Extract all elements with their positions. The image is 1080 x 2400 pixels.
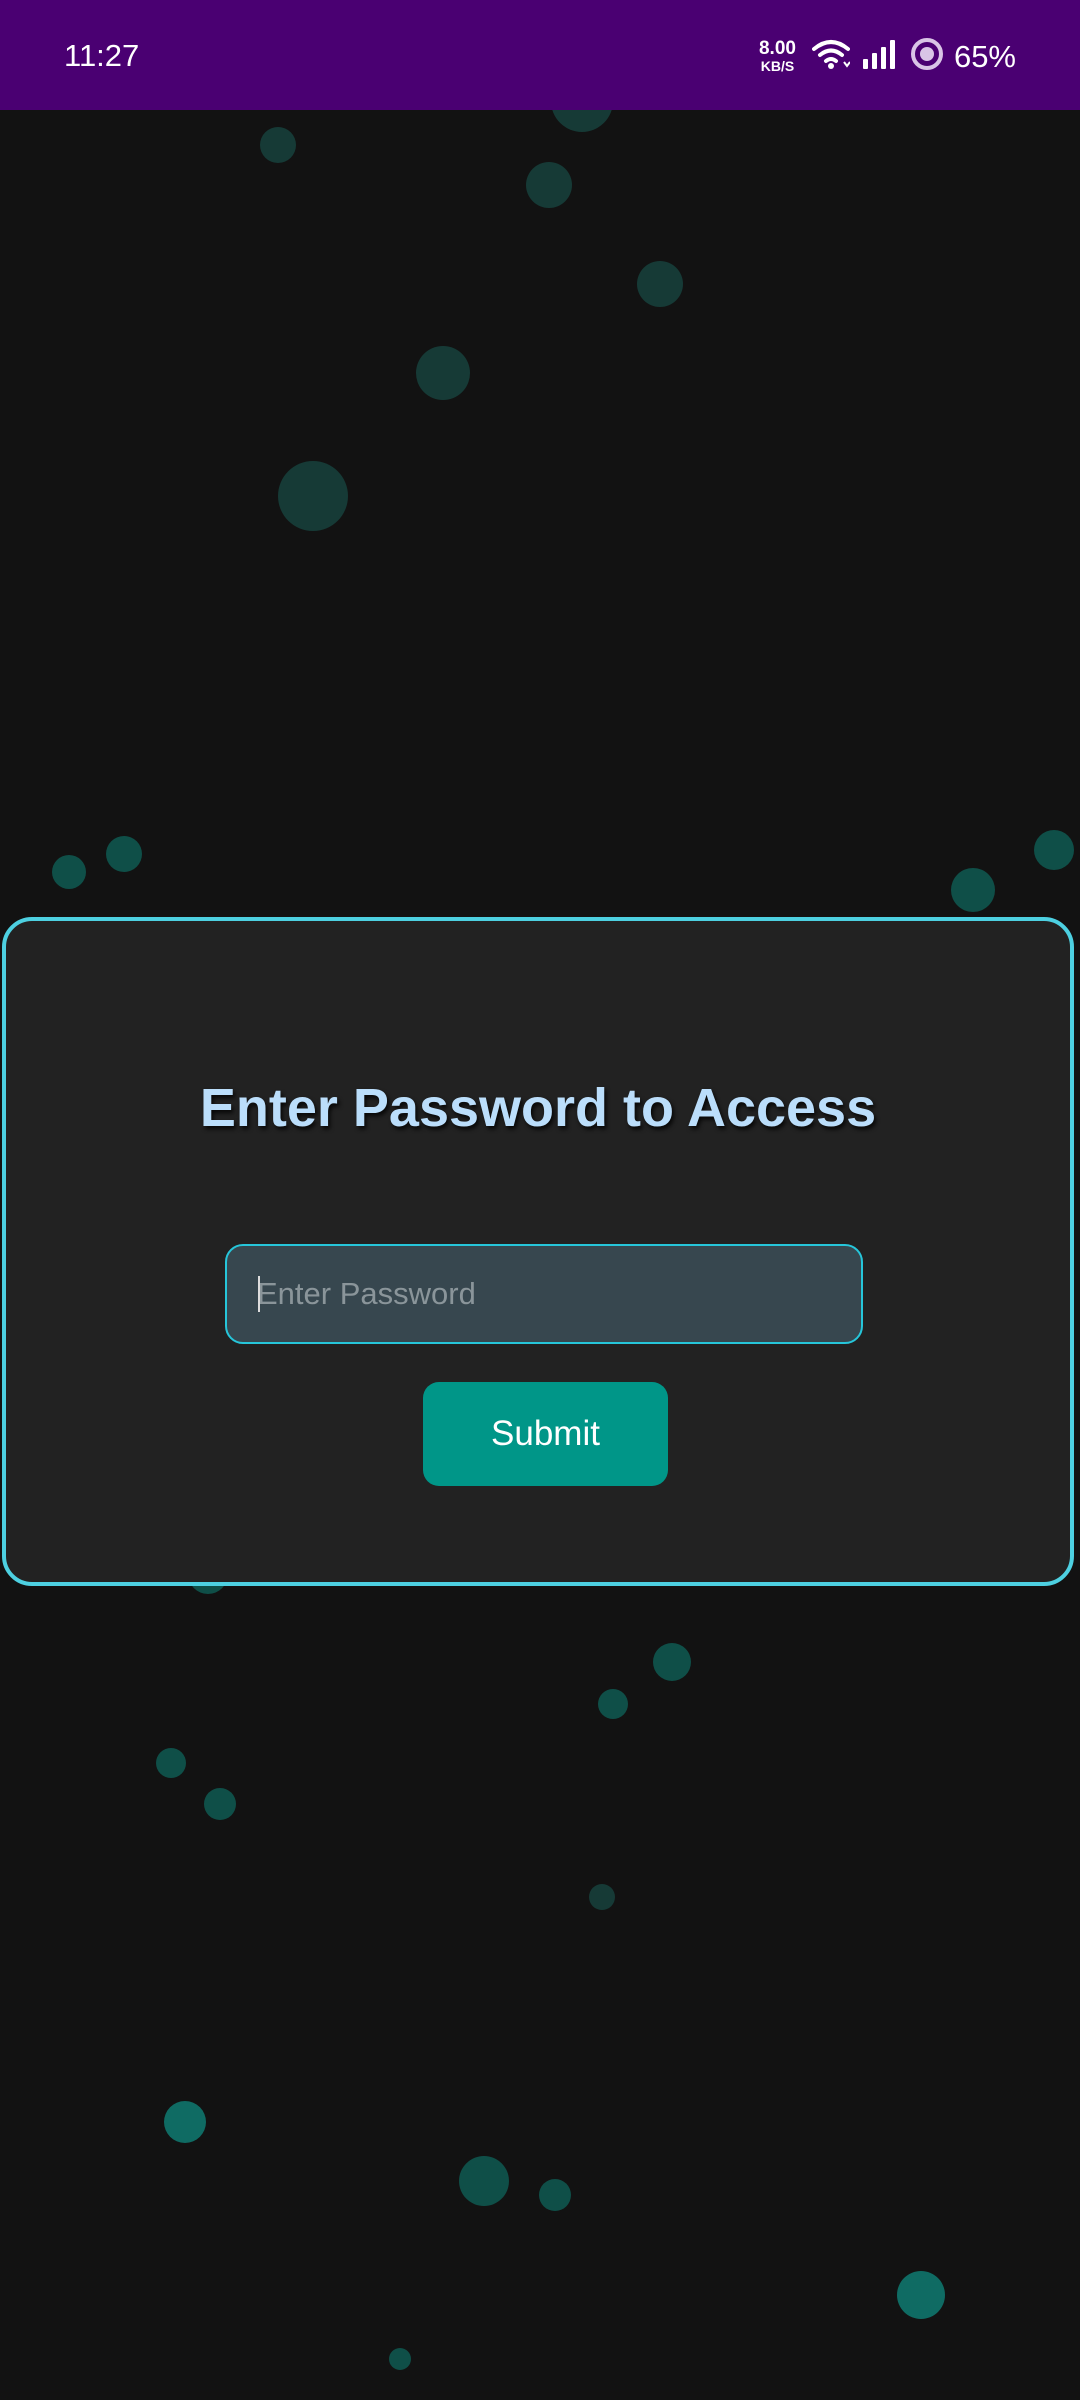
- status-time: 11:27: [64, 38, 140, 73]
- text-cursor: [258, 1276, 260, 1312]
- background-dot: [589, 1884, 615, 1910]
- submit-button[interactable]: Submit: [423, 1382, 668, 1486]
- background-dot: [459, 2156, 509, 2206]
- background-dot: [416, 346, 470, 400]
- status-bar: 11:27 8.00 KB/S 65%: [0, 0, 1080, 110]
- wifi-icon: [811, 38, 851, 75]
- background-dot: [637, 261, 683, 307]
- network-speed: 8.00 KB/S: [759, 39, 796, 73]
- background-dot: [164, 2101, 206, 2143]
- signal-bars-icon: [862, 39, 898, 74]
- background-dot: [539, 2179, 571, 2211]
- page-title: Enter Password to Access: [199, 1078, 877, 1138]
- background-dot: [52, 855, 86, 889]
- password-screen: 11:27 8.00 KB/S 65% Enter Password to Ac…: [0, 0, 1080, 2400]
- background-dot: [389, 2348, 411, 2370]
- password-card: Enter Password to Access Submit: [2, 917, 1074, 1586]
- background-dot: [260, 127, 296, 163]
- battery-ring-icon: [910, 37, 944, 76]
- background-dot: [106, 836, 142, 872]
- background-dot: [598, 1689, 628, 1719]
- background-dot: [653, 1643, 691, 1681]
- battery-percent: 65%: [953, 38, 1016, 74]
- background-dot: [526, 162, 572, 208]
- network-speed-value: 8.00: [758, 38, 796, 59]
- background-dot: [204, 1788, 236, 1820]
- background-dot: [897, 2271, 945, 2319]
- background-dot: [951, 868, 995, 912]
- background-dot: [156, 1748, 186, 1778]
- status-indicators: 8.00 KB/S 65%: [759, 36, 1016, 76]
- password-input[interactable]: [225, 1244, 863, 1344]
- network-speed-unit: KB/S: [760, 58, 795, 74]
- background-dot: [1034, 830, 1074, 870]
- background-dot: [278, 461, 348, 531]
